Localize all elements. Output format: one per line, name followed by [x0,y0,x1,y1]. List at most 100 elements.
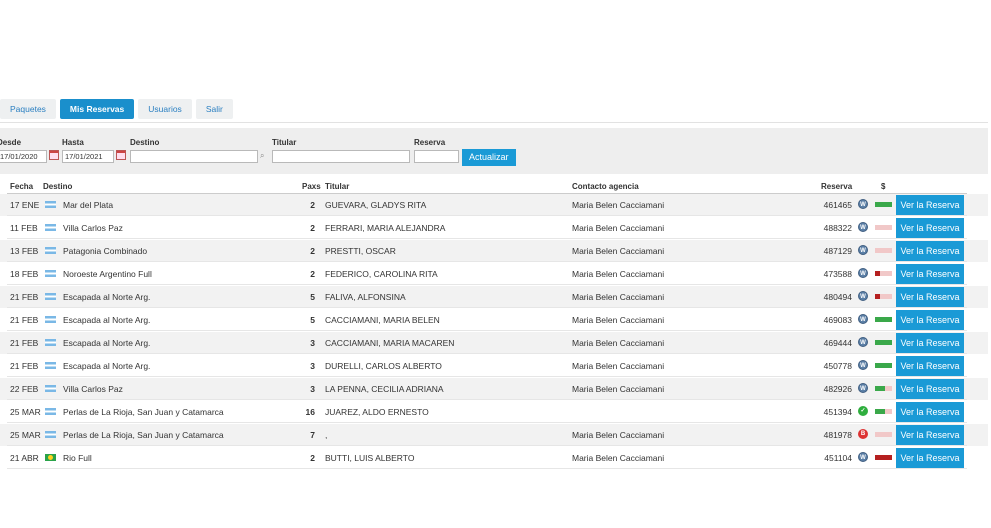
reserva-field[interactable] [414,150,459,163]
row-contacto: Maria Belen Cacciamani [572,269,665,279]
tab-usuarios[interactable]: Usuarios [138,99,192,119]
ver-reserva-button[interactable]: Ver la Reserva [896,241,964,261]
ver-reserva-button[interactable]: Ver la Reserva [896,264,964,284]
payment-progress-fill [875,386,886,391]
row-destino: Escapada al Norte Arg. [63,338,151,348]
hasta-label: Hasta [62,138,84,147]
ver-reserva-button[interactable]: Ver la Reserva [896,425,964,445]
row-reserva: 482926 [823,384,852,394]
row-titular: , [325,430,328,440]
web-status-icon: W [858,199,868,209]
argentina-flag-icon [45,293,56,300]
search-icon[interactable]: ⌕ [260,152,268,160]
argentina-flag-icon [45,201,56,208]
web-status-icon: W [858,452,868,462]
row-contacto: Maria Belen Cacciamani [572,453,665,463]
tab-salir[interactable]: Salir [195,99,233,119]
row-reserva: 469083 [823,315,852,325]
web-status-icon: W [858,268,868,278]
calendar-icon[interactable] [49,150,59,160]
ver-reserva-button[interactable]: Ver la Reserva [896,333,964,353]
tab-mis-reservas[interactable]: Mis Reservas [59,99,135,119]
payment-progress-bar [875,455,892,460]
web-status-icon: W [858,222,868,232]
row-destino: Escapada al Norte Arg. [63,315,151,325]
row-fecha: 13 FEB [10,246,39,256]
ver-reserva-button[interactable]: Ver la Reserva [896,448,964,468]
row-titular: JUAREZ, ALDO ERNESTO [325,407,429,417]
row-fecha: 22 FEB [10,384,39,394]
row-paxs: 2 [310,453,315,463]
row-reserva: 461465 [823,200,852,210]
filter-bar: Desde Hasta Destino ⌕ Titular Reserva Ac… [0,128,988,174]
payment-progress-bar [875,294,892,299]
payment-progress-bar [875,363,892,368]
table-row: 22 FEB Villa Carlos Paz 3 LA PENNA, CECILIA… [0,378,988,401]
row-destino: Escapada al Norte Arg. [63,292,151,302]
payment-progress-fill [875,455,892,460]
table-row: 17 ENE Mar del Plata 2 GUEVARA, GLADYS RITA… [0,194,988,217]
argentina-flag-icon [45,431,56,438]
ver-reserva-button[interactable]: Ver la Reserva [896,218,964,238]
tab-paquetes[interactable]: Paquetes [0,99,56,119]
ver-reserva-button[interactable]: Ver la Reserva [896,310,964,330]
row-contacto: Maria Belen Cacciamani [572,361,665,371]
row-destino: Escapada al Norte Arg. [63,361,151,371]
col-fecha: Fecha [10,182,34,191]
web-status-icon: W [858,245,868,255]
web-status-icon: W [858,291,868,301]
row-contacto: Maria Belen Cacciamani [572,430,665,440]
col-pago: $ [881,182,886,191]
payment-progress-bar [875,317,892,322]
row-reserva: 480494 [823,292,852,302]
row-contacto: Maria Belen Cacciamani [572,246,665,256]
argentina-flag-icon [45,224,56,231]
web-status-icon: W [858,383,868,393]
reservations-table: 17 ENE Mar del Plata 2 GUEVARA, GLADYS RITA… [0,194,988,470]
payment-progress-fill [875,271,881,276]
row-paxs: 5 [310,292,315,302]
ver-reserva-button[interactable]: Ver la Reserva [896,402,964,422]
row-fecha: 25 MAR [10,407,41,417]
row-paxs: 2 [310,269,315,279]
ver-reserva-button[interactable]: Ver la Reserva [896,287,964,307]
ver-reserva-button[interactable]: Ver la Reserva [896,356,964,376]
row-titular: LA PENNA, CECILIA ADRIANA [325,384,444,394]
row-paxs: 3 [310,384,315,394]
ver-reserva-button[interactable]: Ver la Reserva [896,379,964,399]
row-titular: FERRARI, MARIA ALEJANDRA [325,223,446,233]
row-reserva: 473588 [823,269,852,279]
actualizar-button[interactable]: Actualizar [462,149,516,166]
destino-label: Destino [130,138,160,147]
col-destino: Destino [43,182,73,191]
row-destino: Perlas de La Rioja, San Juan y Catamarca [63,407,224,417]
desde-field[interactable] [0,150,47,163]
payment-progress-bar [875,432,892,437]
desde-label: Desde [0,138,22,147]
row-paxs: 16 [305,407,315,417]
row-paxs: 2 [310,246,315,256]
table-header: Fecha Destino Paxs Titular Contacto agen… [0,180,988,193]
payment-progress-fill [875,294,881,299]
calendar-icon[interactable] [116,150,126,160]
row-destino: Villa Carlos Paz [63,223,123,233]
hasta-field[interactable] [62,150,114,163]
payment-progress-fill [875,202,892,207]
titular-label: Titular [272,138,297,147]
destino-field[interactable] [130,150,258,163]
argentina-flag-icon [45,270,56,277]
row-reserva: 469444 [823,338,852,348]
row-fecha: 11 FEB [10,223,38,233]
ver-reserva-button[interactable]: Ver la Reserva [896,195,964,215]
row-paxs: 7 [310,430,315,440]
payment-progress-bar [875,340,892,345]
row-fecha: 21 FEB [10,292,39,302]
payment-progress-bar [875,271,892,276]
titular-field[interactable] [272,150,410,163]
payment-progress-bar [875,409,892,414]
row-contacto: Maria Belen Cacciamani [572,292,665,302]
row-titular: DURELLI, CARLOS ALBERTO [325,361,442,371]
payment-progress-fill [875,340,892,345]
row-contacto: Maria Belen Cacciamani [572,338,665,348]
reserva-label: Reserva [414,138,446,147]
